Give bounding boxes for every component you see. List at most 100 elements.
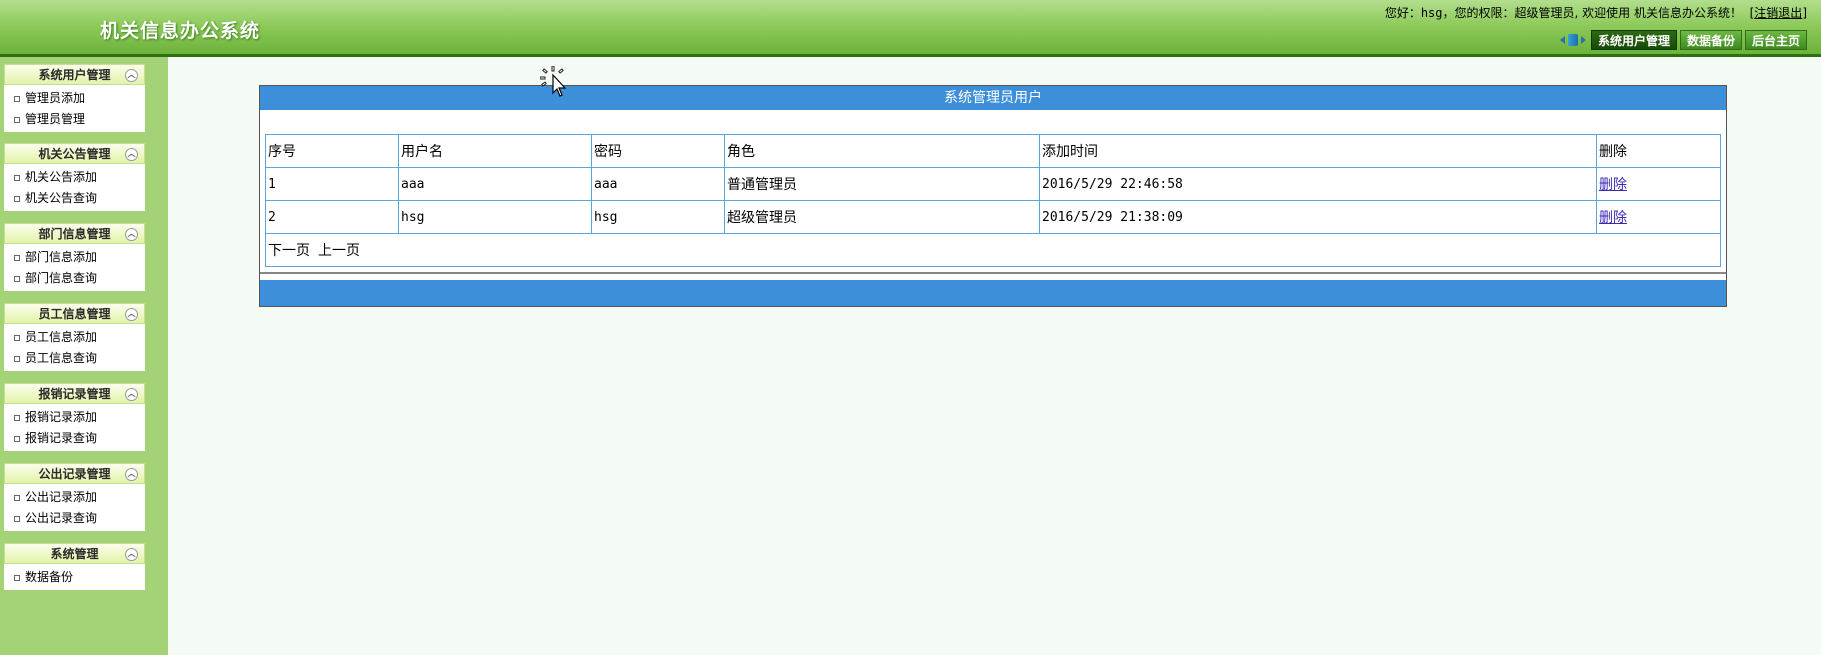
sidebar-group-reimbursement-management: 报销记录管理 ︿ 报销记录添加 报销记录查询: [4, 383, 145, 451]
welcome-message: ，您的权限：超级管理员, 欢迎使用 机关信息办公系统！: [1442, 6, 1742, 20]
sidebar-group-title: 系统管理: [50, 547, 99, 561]
table-row: 2 hsg hsg 超级管理员 2016/5/29 21:38:09 删除: [265, 200, 1721, 234]
sidebar-item-employee-query[interactable]: 员工信息查询: [4, 348, 145, 369]
cell-role: 普通管理员: [724, 167, 1040, 201]
delete-link[interactable]: 删除: [1599, 210, 1627, 226]
sidebar-group-user-management: 系统用户管理 ︿ 管理员添加 管理员管理: [4, 64, 145, 132]
sidebar-group-title: 机关公告管理: [38, 147, 111, 161]
bullet-icon: [14, 435, 20, 442]
sidebar-item-label: 机关公告查询: [25, 191, 98, 205]
pager: 下一页 上一页: [265, 233, 1721, 267]
column-header-role: 角色: [724, 134, 1040, 168]
nav-button-data-backup[interactable]: 数据备份: [1679, 30, 1742, 50]
sidebar-item-admin-manage[interactable]: 管理员管理: [4, 109, 145, 130]
sidebar-group-system-management: 系统管理 ︿ 数据备份: [4, 543, 145, 590]
chevron-up-icon[interactable]: ︿: [125, 148, 138, 161]
bullet-icon: [14, 254, 20, 261]
sidebar-item-department-add[interactable]: 部门信息添加: [4, 247, 145, 268]
sidebar-group-header[interactable]: 报销记录管理 ︿: [4, 383, 145, 404]
welcome-bar: 您好：hsg，您的权限：超级管理员, 欢迎使用 机关信息办公系统！ [注销退出]: [1385, 4, 1807, 21]
chevron-up-icon[interactable]: ︿: [125, 468, 138, 481]
column-header-username: 用户名: [398, 134, 592, 168]
prev-page-link[interactable]: 上一页: [318, 243, 360, 259]
bullet-icon: [14, 494, 20, 501]
column-header-added-time: 添加时间: [1039, 134, 1597, 168]
chevron-up-icon[interactable]: ︿: [125, 228, 138, 241]
sidebar-item-label: 数据备份: [25, 570, 74, 584]
bullet-icon: [14, 275, 20, 282]
sidebar-group-header[interactable]: 系统管理 ︿: [4, 543, 145, 564]
panel-footer-bar: [260, 280, 1726, 306]
logout-bracket-close: ]: [1802, 6, 1807, 20]
sidebar-item-label: 部门信息查询: [25, 271, 98, 285]
sidebar-item-department-query[interactable]: 部门信息查询: [4, 268, 145, 289]
sidebar-item-label: 员工信息查询: [25, 351, 98, 365]
sidebar-group-notice-management: 机关公告管理 ︿ 机关公告添加 机关公告查询: [4, 143, 145, 211]
sidebar-item-label: 公出记录查询: [25, 511, 98, 525]
top-nav: 系统用户管理 数据备份 后台主页: [1559, 29, 1807, 51]
table-header-row: 序号 用户名 密码 角色 添加时间 删除: [265, 134, 1721, 168]
sidebar-item-label: 管理员管理: [25, 112, 86, 126]
bullet-icon: [14, 95, 20, 102]
sidebar-toggle-icon[interactable]: [1559, 33, 1586, 47]
pager-row: 下一页 上一页: [265, 233, 1721, 267]
bullet-icon: [14, 195, 20, 202]
cell-password: hsg: [591, 200, 725, 234]
sidebar-group-business-trip-management: 公出记录管理 ︿ 公出记录添加 公出记录查询: [4, 463, 145, 531]
admin-users-table: 序号 用户名 密码 角色 添加时间 删除 1 aaa aaa 普通管理员 201…: [265, 134, 1721, 267]
bullet-icon: [14, 334, 20, 341]
app-title: 机关信息办公系统: [100, 20, 261, 42]
welcome-username: hsg: [1420, 6, 1443, 20]
bullet-icon: [14, 414, 20, 421]
cell-added-time: 2016/5/29 22:46:58: [1039, 167, 1597, 201]
column-header-delete: 删除: [1596, 134, 1721, 168]
admin-users-panel: 系统管理员用户 序号 用户名 密码 角色 添加时间 删除 1 aaa aaa 普…: [259, 85, 1727, 307]
sidebar-item-label: 管理员添加: [25, 91, 86, 105]
sidebar-item-business-trip-query[interactable]: 公出记录查询: [4, 508, 145, 529]
welcome-prefix: 您好：: [1384, 6, 1421, 20]
nav-button-home[interactable]: 后台主页: [1744, 30, 1807, 50]
busy-cursor-icon: [540, 66, 567, 97]
chevron-up-icon[interactable]: ︿: [125, 388, 138, 401]
cell-delete: 删除: [1596, 167, 1721, 201]
bullet-icon: [14, 574, 20, 581]
sidebar-group-employee-management: 员工信息管理 ︿ 员工信息添加 员工信息查询: [4, 303, 145, 371]
delete-link[interactable]: 删除: [1599, 177, 1627, 193]
sidebar-group-header[interactable]: 员工信息管理 ︿: [4, 303, 145, 324]
sidebar-item-admin-add[interactable]: 管理员添加: [4, 88, 145, 109]
panel-title: 系统管理员用户: [260, 86, 1726, 110]
cell-password: aaa: [591, 167, 725, 201]
next-page-link[interactable]: 下一页: [268, 243, 310, 259]
sidebar-group-title: 系统用户管理: [38, 68, 111, 82]
chevron-up-icon[interactable]: ︿: [125, 548, 138, 561]
bullet-icon: [14, 515, 20, 522]
sidebar-group-header[interactable]: 系统用户管理 ︿: [4, 64, 145, 85]
sidebar-group-header[interactable]: 部门信息管理 ︿: [4, 223, 145, 244]
sidebar-group-header[interactable]: 机关公告管理 ︿: [4, 143, 145, 164]
nav-button-user-management[interactable]: 系统用户管理: [1590, 30, 1677, 50]
bullet-icon: [14, 355, 20, 362]
column-header-password: 密码: [591, 134, 725, 168]
cell-role: 超级管理员: [724, 200, 1040, 234]
sidebar-item-label: 员工信息添加: [25, 330, 98, 344]
sidebar-group-header[interactable]: 公出记录管理 ︿: [4, 463, 145, 484]
sidebar-item-employee-add[interactable]: 员工信息添加: [4, 327, 145, 348]
sidebar-item-label: 部门信息添加: [25, 250, 98, 264]
sidebar-item-reimbursement-add[interactable]: 报销记录添加: [4, 407, 145, 428]
sidebar-group-title: 公出记录管理: [38, 467, 111, 481]
chevron-up-icon[interactable]: ︿: [125, 308, 138, 321]
sidebar-group-title: 部门信息管理: [38, 227, 111, 241]
sidebar-item-reimbursement-query[interactable]: 报销记录查询: [4, 428, 145, 449]
sidebar-item-label: 报销记录添加: [25, 410, 98, 424]
sidebar-item-data-backup[interactable]: 数据备份: [4, 567, 145, 588]
cell-index: 1: [265, 167, 399, 201]
sidebar-group-department-management: 部门信息管理 ︿ 部门信息添加 部门信息查询: [4, 223, 145, 291]
bullet-icon: [14, 116, 20, 123]
logout-link[interactable]: 注销退出: [1754, 6, 1802, 20]
sidebar-item-notice-add[interactable]: 机关公告添加: [4, 167, 145, 188]
sidebar-item-label: 机关公告添加: [25, 170, 98, 184]
sidebar-item-notice-query[interactable]: 机关公告查询: [4, 188, 145, 209]
chevron-up-icon[interactable]: ︿: [125, 69, 138, 82]
cell-index: 2: [265, 200, 399, 234]
sidebar-item-business-trip-add[interactable]: 公出记录添加: [4, 487, 145, 508]
